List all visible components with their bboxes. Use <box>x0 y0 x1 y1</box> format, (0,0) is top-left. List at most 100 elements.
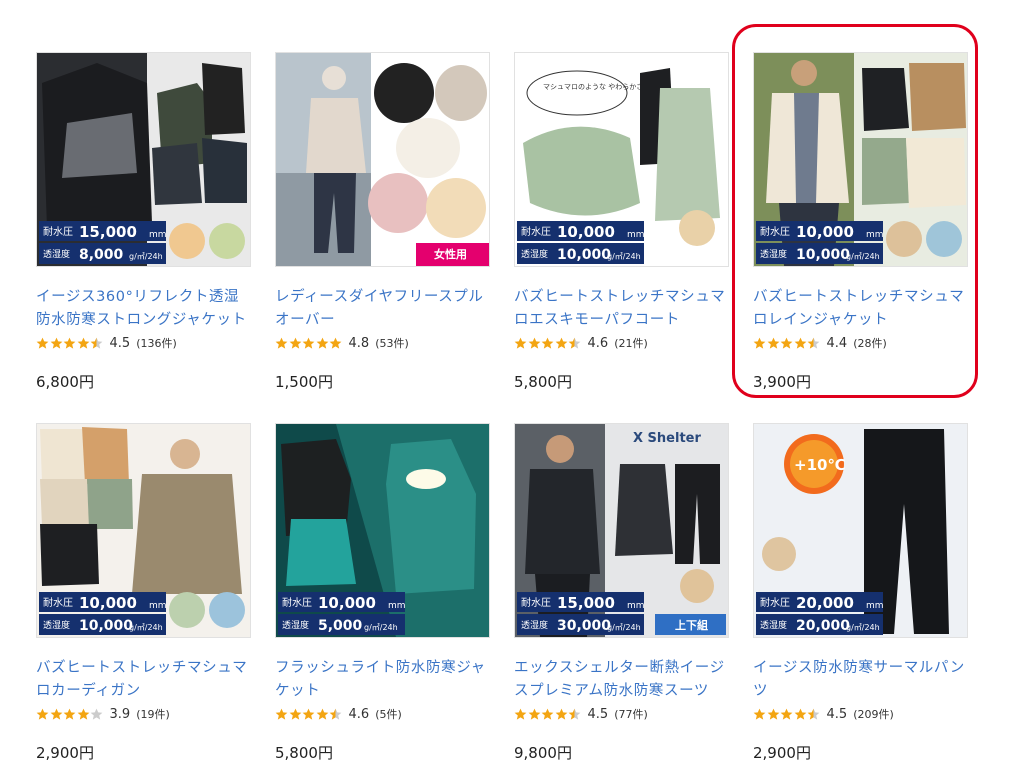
star-icon <box>77 708 89 720</box>
product-title[interactable]: エックスシェルター断熱イージスプレミアム防水防寒スーツ <box>514 657 729 703</box>
product-card[interactable]: 耐水圧 10,000 mm 透湿度 10,000 g/㎡/24h バズヒートスト… <box>753 52 968 397</box>
price: 6,800円 <box>36 373 94 391</box>
product-title[interactable]: フラッシュライト防水防寒ジャケット <box>275 657 490 703</box>
review-count: (77件) <box>614 708 648 721</box>
star-icon <box>780 708 793 720</box>
star-icon <box>780 337 793 349</box>
product-image[interactable]: 耐水圧 15,000 mm 透湿度 8,000 g/㎡/24h <box>36 52 251 267</box>
product-image[interactable]: X Shelter 耐水圧 15,000 mm 透湿度 30,000 g/㎡/2… <box>514 423 729 638</box>
star-icon <box>767 337 779 349</box>
spec2-label: 透湿度 <box>282 619 309 631</box>
product-image[interactable]: 耐水圧 10,000 mm 透湿度 10,000 g/㎡/24h <box>36 423 251 638</box>
star-icon <box>514 337 527 349</box>
star-icon <box>36 337 49 349</box>
product-image[interactable]: 耐水圧 10,000 mm 透湿度 10,000 g/㎡/24h <box>753 52 968 267</box>
spec1-label: 耐水圧 <box>760 225 790 238</box>
star-icon <box>289 708 301 720</box>
bubble-text: マシュマロのような やわらかさ <box>543 83 643 91</box>
spec2-unit: g/㎡/24h <box>129 623 163 632</box>
product-title[interactable]: イージス防水防寒サーマルパンツ <box>753 657 968 703</box>
product-image[interactable]: 女性用 <box>275 52 490 267</box>
product-card[interactable]: X Shelter 耐水圧 15,000 mm 透湿度 30,000 g/㎡/2… <box>514 423 729 768</box>
price: 2,900円 <box>36 744 94 762</box>
spec2-value: 10,000 <box>796 247 850 263</box>
review-count: (53件) <box>375 337 409 350</box>
price: 9,800円 <box>514 744 572 762</box>
product-image[interactable]: 耐水圧 10,000 mm 透湿度 5,000 g/㎡/24h <box>275 423 490 638</box>
product-title[interactable]: バズヒートストレッチマシュマロカーディガン <box>36 657 251 703</box>
spec2-value: 30,000 <box>557 618 611 634</box>
spec2-unit: g/㎡/24h <box>846 252 880 261</box>
star-icon <box>767 708 779 720</box>
spec1-label: 耐水圧 <box>521 225 551 238</box>
product-title[interactable]: バズヒートストレッチマシュマロエスキモーパフコート <box>514 286 729 332</box>
star-icon <box>90 337 103 349</box>
spec1-value: 15,000 <box>79 223 137 241</box>
rating-value: 4.5 <box>826 706 848 722</box>
star-icon <box>316 708 328 720</box>
spec2-value: 5,000 <box>318 618 363 634</box>
rating-value: 4.4 <box>826 335 848 351</box>
star-icon <box>316 337 328 349</box>
spec1-label: 耐水圧 <box>282 596 312 609</box>
spec2-label: 透湿度 <box>760 248 787 260</box>
spec1-unit: mm <box>866 601 884 611</box>
star-icon <box>568 708 581 720</box>
rating: 4.5 (209件) <box>753 706 894 722</box>
rating-value: 3.9 <box>109 706 131 722</box>
star-rating <box>753 337 821 350</box>
product-card[interactable]: マシュマロのような やわらかさ 耐水圧 10,000 mm 透湿度 10,000… <box>514 52 729 397</box>
review-count: (21件) <box>614 337 648 350</box>
spec2-value: 10,000 <box>79 618 133 634</box>
product-card[interactable]: 女性用 レディースダイヤフリースプルオーバー 4.8 (53件) 1,500円 <box>275 52 490 397</box>
spec2-label: 透湿度 <box>760 619 787 631</box>
star-icon <box>568 337 581 349</box>
product-card[interactable]: 耐水圧 15,000 mm 透湿度 8,000 g/㎡/24h イージス360°… <box>36 52 251 397</box>
star-icon <box>275 337 288 349</box>
spec1-label: 耐水圧 <box>521 596 551 609</box>
rating: 3.9 (19件) <box>36 706 170 722</box>
spec2-label: 透湿度 <box>521 619 548 631</box>
spec2-unit: g/㎡/24h <box>364 623 398 632</box>
star-icon <box>63 708 76 720</box>
star-icon <box>36 708 49 720</box>
spec1-unit: mm <box>627 230 645 240</box>
spec2-value: 8,000 <box>79 247 124 263</box>
product-card[interactable]: 耐水圧 10,000 mm 透湿度 5,000 g/㎡/24h フラッシュライト… <box>275 423 490 768</box>
spec2-value: 10,000 <box>557 247 611 263</box>
rating-value: 4.8 <box>348 335 370 351</box>
star-icon <box>753 708 766 720</box>
xshelter-logo: X Shelter <box>633 431 701 446</box>
product-title[interactable]: レディースダイヤフリースプルオーバー <box>275 286 490 332</box>
star-icon <box>329 708 342 720</box>
star-icon <box>528 337 540 349</box>
spec2-unit: g/㎡/24h <box>846 623 880 632</box>
spec1-unit: mm <box>149 230 167 240</box>
spec2-label: 透湿度 <box>43 619 70 631</box>
product-title[interactable]: イージス360°リフレクト透湿防水防寒ストロングジャケット <box>36 286 251 332</box>
product-title[interactable]: バズヒートストレッチマシュマロレインジャケット <box>753 286 968 332</box>
star-icon <box>302 708 315 720</box>
spec1-label: 耐水圧 <box>760 596 790 609</box>
rating-value: 4.6 <box>587 335 609 351</box>
star-icon <box>541 708 554 720</box>
rating-value: 4.5 <box>109 335 131 351</box>
product-image[interactable]: マシュマロのような やわらかさ 耐水圧 10,000 mm 透湿度 10,000… <box>514 52 729 267</box>
spec1-unit: mm <box>149 601 167 611</box>
review-count: (28件) <box>853 337 887 350</box>
star-icon <box>794 337 806 349</box>
star-icon <box>514 708 527 720</box>
product-image[interactable]: +10℃ 耐水圧 20,000 mm 透湿度 20,000 g/㎡/24h <box>753 423 968 638</box>
price: 1,500円 <box>275 373 333 391</box>
product-card[interactable]: +10℃ 耐水圧 20,000 mm 透湿度 20,000 g/㎡/24h イー… <box>753 423 968 768</box>
star-rating <box>514 337 582 350</box>
star-icon <box>555 708 567 720</box>
star-icon <box>528 708 540 720</box>
spec1-value: 20,000 <box>796 594 854 612</box>
star-icon <box>50 337 62 349</box>
product-card[interactable]: 耐水圧 10,000 mm 透湿度 10,000 g/㎡/24h バズヒートスト… <box>36 423 251 768</box>
set-badge: 上下組 <box>675 618 708 632</box>
rating: 4.6 (21件) <box>514 335 648 351</box>
temp-badge: +10℃ <box>794 456 846 474</box>
star-rating <box>275 708 343 721</box>
